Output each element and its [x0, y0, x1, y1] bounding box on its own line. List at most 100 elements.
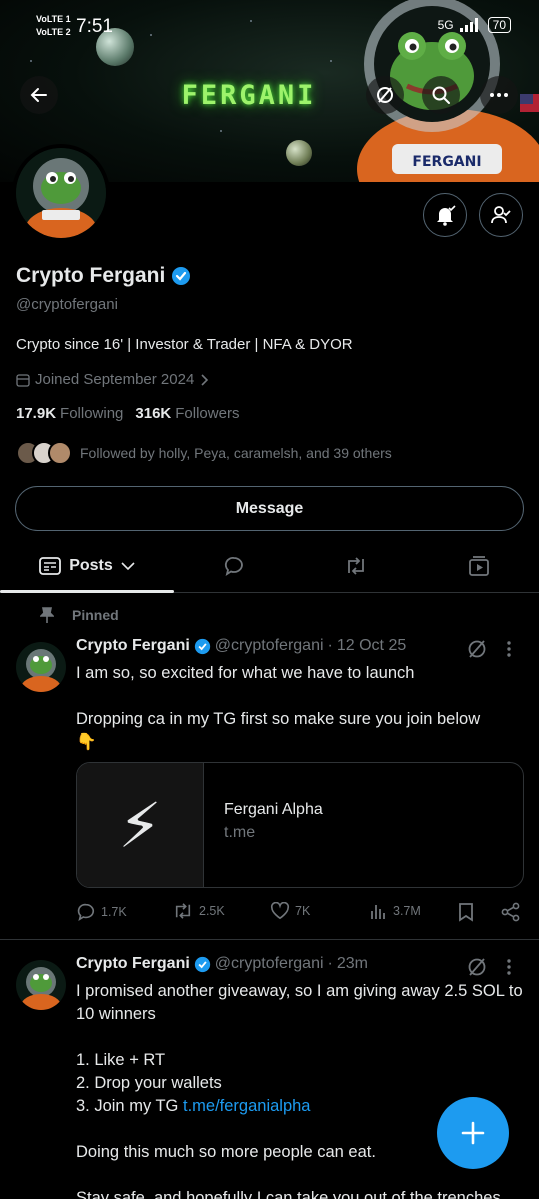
- tweet-header: Crypto Fergani @cryptofergani · 23m: [76, 955, 368, 973]
- more-options-button[interactable]: [480, 76, 518, 114]
- reply-bubble-icon: [224, 557, 243, 576]
- banner-title: FERGANI: [181, 80, 317, 111]
- compose-post-button[interactable]: [437, 1097, 509, 1169]
- profile-bio: Crypto since 16' | Investor & Trader | N…: [16, 336, 353, 353]
- display-name-text: Crypto Fergani: [16, 264, 166, 287]
- repost-icon: [175, 903, 191, 919]
- tweet-avatar[interactable]: [16, 960, 66, 1010]
- joined-date[interactable]: Joined September 2024: [16, 371, 209, 388]
- bookmark-button[interactable]: [458, 902, 474, 922]
- tweet-timestamp[interactable]: 12 Oct 25: [337, 637, 406, 655]
- following-button[interactable]: [479, 193, 523, 237]
- search-icon: [432, 86, 450, 104]
- message-button[interactable]: Message: [15, 486, 524, 531]
- dot-separator: ·: [327, 955, 333, 972]
- repost-count: 2.5K: [199, 904, 225, 918]
- card-thumbnail: ⚡: [77, 763, 204, 887]
- tweet-actions: 1.7K 2.5K 7K 3.7M: [76, 902, 526, 926]
- battery-indicator: 70: [487, 17, 511, 33]
- link-card[interactable]: ⚡ Fergani Alpha t.me: [76, 762, 524, 888]
- card-domain: t.me: [224, 824, 256, 841]
- frog-avatar-graphic: [21, 967, 61, 1010]
- telegram-link[interactable]: t.me/ferganialpha: [183, 1097, 311, 1115]
- tab-reposts[interactable]: [294, 540, 418, 592]
- verified-badge-icon: [194, 638, 210, 654]
- tweet-author-name[interactable]: Crypto Fergani: [76, 955, 190, 973]
- follow-stats: 17.9K Following 316K Followers: [16, 405, 239, 422]
- reply-button[interactable]: 1.7K: [76, 902, 127, 922]
- share-button[interactable]: [501, 902, 521, 922]
- tweet-avatar[interactable]: [16, 642, 66, 692]
- card-info: Fergani Alpha t.me: [204, 763, 323, 887]
- svg-text:FERGANI: FERGANI: [412, 154, 481, 170]
- tweet-timestamp[interactable]: 23m: [337, 955, 368, 973]
- tweet-text-part: I promised another giveaway, so I am giv…: [76, 982, 523, 1115]
- grok-icon[interactable]: [466, 638, 488, 660]
- repost-button[interactable]: 2.5K: [172, 902, 225, 920]
- more-vertical-icon[interactable]: [506, 640, 512, 658]
- arrow-left-icon: [30, 88, 47, 102]
- back-button[interactable]: [20, 76, 58, 114]
- views-count: 3.7M: [393, 904, 421, 918]
- tweet-author-handle[interactable]: @cryptofergani: [215, 955, 324, 973]
- frog-avatar-graphic: [16, 148, 106, 238]
- pinned-label: Pinned: [72, 607, 119, 623]
- star-decoration: [220, 130, 222, 132]
- grok-icon[interactable]: [466, 956, 488, 978]
- chevron-down-icon: [121, 562, 135, 571]
- person-check-icon: [491, 206, 511, 224]
- profile-display-name: Crypto Fergani: [16, 264, 191, 288]
- profile-avatar[interactable]: [12, 144, 110, 242]
- media-icon: [468, 556, 489, 576]
- views-chart-icon: [371, 905, 385, 919]
- pin-icon: [40, 607, 54, 623]
- avatar: [48, 441, 72, 465]
- heart-icon: [270, 902, 290, 920]
- profile-handle: @cryptofergani: [16, 296, 118, 313]
- grok-icon: [377, 87, 393, 103]
- star-decoration: [150, 34, 152, 36]
- share-icon: [501, 902, 520, 922]
- tab-media[interactable]: [418, 540, 539, 592]
- plus-icon: [461, 1121, 485, 1145]
- star-decoration: [330, 60, 332, 62]
- followed-by[interactable]: Followed by holly, Peya, caramelsh, and …: [16, 441, 392, 465]
- more-vertical-icon[interactable]: [506, 958, 512, 976]
- notifications-button[interactable]: [423, 193, 467, 237]
- ellipsis-icon: [490, 93, 508, 97]
- tab-replies[interactable]: [174, 540, 294, 592]
- signal-icon: [459, 18, 478, 32]
- tweet[interactable]: Crypto Fergani @cryptofergani · 12 Oct 2…: [0, 636, 539, 940]
- views-button[interactable]: 3.7M: [370, 902, 421, 920]
- star-decoration: [250, 20, 252, 22]
- tab-posts-label: Posts: [69, 557, 113, 574]
- following-link[interactable]: 17.9K Following: [16, 405, 123, 422]
- search-button[interactable]: [422, 76, 460, 114]
- reply-count: 1.7K: [101, 905, 127, 919]
- tweet-author-handle[interactable]: @cryptofergani: [215, 637, 324, 655]
- tweet-author-name[interactable]: Crypto Fergani: [76, 637, 190, 655]
- verified-badge-icon: [194, 956, 210, 972]
- like-count: 7K: [295, 904, 311, 918]
- status-indicators: 5G 70: [438, 17, 511, 33]
- grok-button[interactable]: [366, 76, 404, 114]
- profile-tabs: Posts: [0, 540, 539, 593]
- bookmark-icon: [459, 903, 473, 922]
- reply-icon: [77, 903, 95, 922]
- posts-icon: [39, 557, 62, 575]
- card-title: Fergani Alpha: [224, 801, 323, 818]
- followers-link[interactable]: 316K Followers: [135, 405, 239, 422]
- star-decoration: [30, 60, 32, 62]
- status-volte: VoLTE 1 VoLTE 2: [36, 14, 71, 37]
- planet-graphic: [286, 140, 312, 166]
- followed-by-text: Followed by holly, Peya, caramelsh, and …: [80, 445, 392, 461]
- repost-icon: [348, 557, 364, 575]
- network-indicator: 5G: [437, 18, 454, 32]
- calendar-icon: [16, 373, 30, 387]
- tweet-header: Crypto Fergani @cryptofergani · 12 Oct 2…: [76, 637, 406, 655]
- joined-text: Joined September 2024: [35, 371, 195, 388]
- verified-badge-icon[interactable]: [171, 266, 191, 286]
- like-button[interactable]: 7K: [270, 902, 310, 920]
- tab-posts[interactable]: Posts: [0, 540, 174, 593]
- tweet-text-part: Doing this much so more people can eat. …: [76, 1143, 506, 1199]
